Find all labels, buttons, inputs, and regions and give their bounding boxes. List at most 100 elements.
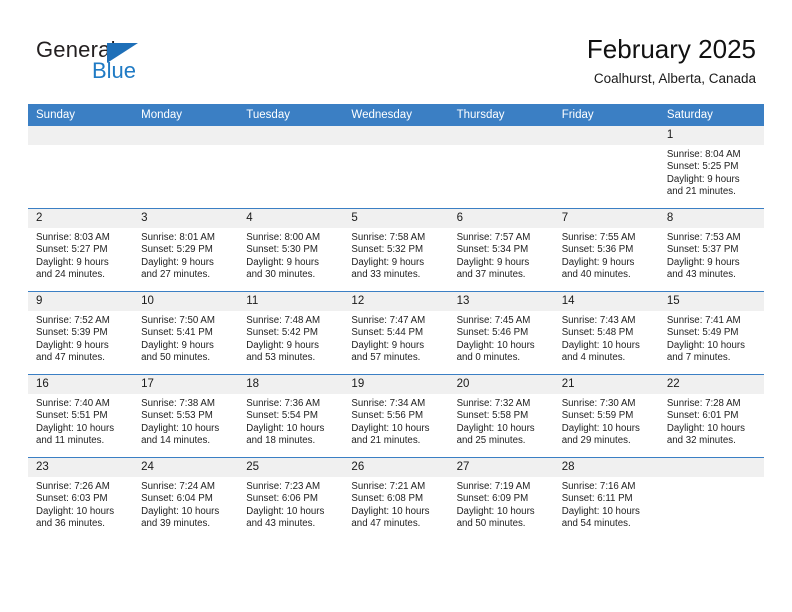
day-cell: 12 Sunrise: 7:47 AM Sunset: 5:44 PM Dayligh… [343,291,449,375]
day-details: Sunrise: 7:57 AM Sunset: 5:34 PM Daylight:… [449,228,554,282]
day-cell-empty [448,126,554,209]
day-number: 9 [28,292,134,311]
day-cell: 4 Sunrise: 8:00 AM Sunset: 5:30 PM Daylight… [238,208,344,292]
daylight-text-line1: Daylight: 9 hours [561,256,635,268]
sunrise-text: Sunrise: 7:36 AM [246,398,321,409]
day-number: 17 [133,375,239,394]
sunset-text: Sunset: 5:56 PM [351,410,424,422]
sunset-text: Sunset: 6:06 PM [246,493,318,505]
sunset-text: Sunset: 5:46 PM [456,327,529,339]
day-cell: 2 Sunrise: 8:03 AM Sunset: 5:27 PM Daylight… [28,208,134,292]
sunset-text: Sunset: 5:41 PM [141,327,213,339]
sunrise-text: Sunrise: 7:28 AM [666,398,741,409]
day-number: 28 [553,458,659,477]
calendar-week-row: 23 Sunrise: 7:26 AM Sunset: 6:03 PM Dayligh… [28,457,764,540]
sunrise-text: Sunrise: 7:43 AM [561,315,636,326]
day-number: 26 [343,458,449,477]
sunrise-text: Sunrise: 7:34 AM [351,398,426,409]
sunrise-text: Sunrise: 8:03 AM [36,232,110,243]
day-number [343,126,449,145]
daylight-text-line2: and 54 minutes. [561,518,631,530]
weekday-header-wednesday: Wednesday [343,104,449,126]
day-cell: 11 Sunrise: 7:48 AM Sunset: 5:42 PM Dayligh… [238,291,344,375]
daylight-text-line1: Daylight: 10 hours [36,422,115,434]
day-details: Sunrise: 7:55 AM Sunset: 5:36 PM Daylight:… [554,228,659,282]
daylight-text-line2: and 11 minutes. [36,435,105,447]
sunset-text: Sunset: 5:37 PM [666,244,739,256]
daylight-text-line2: and 14 minutes. [141,435,211,447]
sunrise-text: Sunrise: 7:32 AM [456,398,531,409]
day-cell-empty [238,126,344,209]
weekday-header-saturday: Saturday [658,104,764,126]
weekday-header-thursday: Thursday [448,104,554,126]
daylight-text-line1: Daylight: 9 hours [456,256,530,268]
day-number: 23 [28,458,134,477]
sunrise-text: Sunrise: 7:19 AM [456,481,531,492]
day-details: Sunrise: 7:26 AM Sunset: 6:03 PM Daylight:… [28,477,133,531]
sunset-text: Sunset: 5:44 PM [351,327,424,339]
sunrise-text: Sunrise: 7:58 AM [351,232,426,243]
daylight-text-line1: Daylight: 10 hours [561,422,640,434]
day-number [28,126,134,145]
logo-text-blue: Blue [92,58,137,83]
daylight-text-line1: Daylight: 9 hours [141,339,214,351]
calendar-grid: Sunday Monday Tuesday Wednesday Thursday… [28,104,764,540]
day-number [448,126,554,145]
daylight-text-line1: Daylight: 10 hours [561,505,640,517]
day-number: 19 [343,375,449,394]
sunrise-text: Sunrise: 7:47 AM [351,315,426,326]
daylight-text-line2: and 18 minutes. [246,435,316,447]
day-details: Sunrise: 7:16 AM Sunset: 6:11 PM Daylight:… [554,477,659,531]
day-details: Sunrise: 7:19 AM Sunset: 6:09 PM Daylight:… [449,477,554,531]
daylight-text-line1: Daylight: 10 hours [351,505,430,517]
calendar-week-row: 1 Sunrise: 8:04 AM Sunset: 5:25 PM Daylight… [28,126,764,209]
daylight-text-line2: and 27 minutes. [141,269,211,281]
sunrise-text: Sunrise: 7:53 AM [666,232,741,243]
daylight-text-line1: Daylight: 9 hours [246,339,319,351]
daylight-text-line2: and 37 minutes. [456,269,526,281]
day-details: Sunrise: 7:36 AM Sunset: 5:54 PM Daylight:… [238,394,343,448]
daylight-text-line1: Daylight: 9 hours [141,256,214,268]
day-details: Sunrise: 7:34 AM Sunset: 5:56 PM Daylight:… [343,394,448,448]
daylight-text-line2: and 53 minutes. [246,352,316,364]
sunrise-text: Sunrise: 7:48 AM [246,315,321,326]
sunset-text: Sunset: 5:51 PM [36,410,108,422]
day-details: Sunrise: 7:28 AM Sunset: 6:01 PM Daylight:… [659,394,764,448]
calendar-week-row: 9 Sunrise: 7:52 AM Sunset: 5:39 PM Daylight… [28,291,764,375]
day-number: 20 [448,375,554,394]
daylight-text-line2: and 32 minutes. [666,435,736,447]
sunrise-text: Sunrise: 7:21 AM [351,481,426,492]
daylight-text-line1: Daylight: 9 hours [666,256,740,268]
day-cell: 24 Sunrise: 7:24 AM Sunset: 6:04 PM Dayligh… [133,457,239,540]
day-cell: 6 Sunrise: 7:57 AM Sunset: 5:34 PM Daylight… [448,208,554,292]
day-cell: 15 Sunrise: 7:41 AM Sunset: 5:49 PM Dayligh… [658,291,764,375]
day-cell: 20 Sunrise: 7:32 AM Sunset: 5:58 PM Dayligh… [448,374,554,458]
daylight-text-line2: and 4 minutes. [561,352,626,364]
day-details: Sunrise: 7:32 AM Sunset: 5:58 PM Daylight:… [449,394,554,448]
sunset-text: Sunset: 5:59 PM [561,410,634,422]
daylight-text-line2: and 36 minutes. [36,518,105,530]
sunrise-text: Sunrise: 8:01 AM [141,232,215,243]
day-number: 16 [28,375,134,394]
daylight-text-line2: and 21 minutes. [351,435,421,447]
daylight-text-line1: Daylight: 10 hours [561,339,640,351]
sunset-text: Sunset: 5:53 PM [141,410,213,422]
day-details: Sunrise: 8:03 AM Sunset: 5:27 PM Daylight:… [28,228,133,282]
sunset-text: Sunset: 6:04 PM [141,493,213,505]
sunset-text: Sunset: 5:36 PM [561,244,634,256]
sunset-text: Sunset: 5:30 PM [246,244,318,256]
day-number: 25 [238,458,344,477]
day-cell: 1 Sunrise: 8:04 AM Sunset: 5:25 PM Daylight… [658,126,764,209]
day-number: 2 [28,209,134,228]
day-cell-empty [133,126,239,209]
day-cell: 7 Sunrise: 7:55 AM Sunset: 5:36 PM Daylight… [553,208,659,292]
sunset-text: Sunset: 6:01 PM [666,410,739,422]
daylight-text-line2: and 25 minutes. [456,435,526,447]
daylight-text-line2: and 57 minutes. [351,352,421,364]
day-number: 5 [343,209,449,228]
daylight-text-line2: and 50 minutes. [456,518,526,530]
daylight-text-line1: Daylight: 10 hours [456,422,535,434]
daylight-text-line2: and 33 minutes. [351,269,421,281]
day-cell: 21 Sunrise: 7:30 AM Sunset: 5:59 PM Dayligh… [553,374,659,458]
day-cell: 26 Sunrise: 7:21 AM Sunset: 6:08 PM Dayligh… [343,457,449,540]
